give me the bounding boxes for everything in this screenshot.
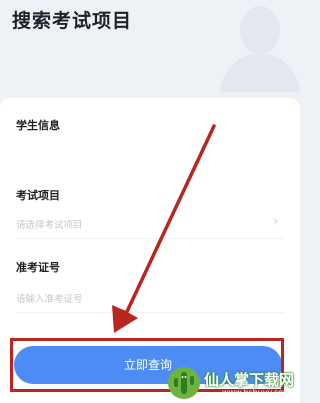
annotation-arrow: [112, 124, 216, 333]
watermark-text: 仙人掌下载网: [204, 371, 295, 389]
watermark: 仙人掌下载网 www.hshuyy.com: [166, 366, 296, 400]
watermark-url: www.hshuyy.com: [222, 388, 291, 397]
cactus-logo-icon: [168, 367, 200, 399]
